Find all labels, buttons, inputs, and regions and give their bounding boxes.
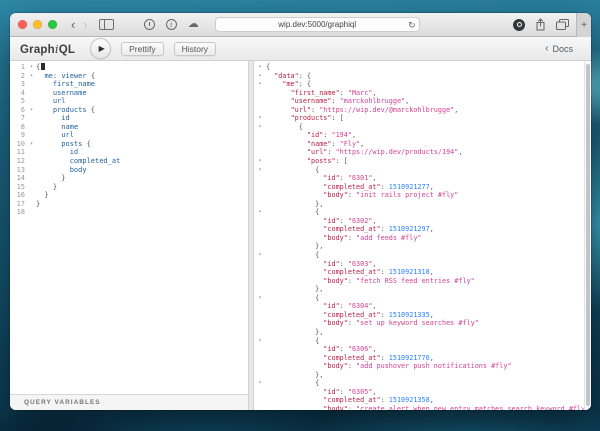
query-line: 2 ▾ me: viewer { (20, 71, 96, 80)
reload-icon[interactable]: ↻ (408, 19, 416, 31)
response-pane: ▾{▾ "data": {▾ "me": { "first_name": "Ma… (254, 61, 591, 410)
query-editor-pane: 1 ▾{2 ▾ me: viewer {3 first_name 4 username… (10, 61, 248, 410)
response-line: "username": "marckohlbrugge", (290, 97, 410, 106)
query-line: 1 ▾{ (10, 63, 248, 72)
share-icon[interactable] (535, 18, 546, 31)
query-line: 10 ▾ posts { (16, 139, 91, 148)
back-icon[interactable]: ‹ (67, 18, 79, 31)
query-line: 6 ▾ products { (20, 105, 96, 114)
response-line: }, (266, 242, 324, 251)
query-line: 4 username (20, 88, 87, 97)
response-line: ▾{ (258, 63, 271, 71)
response-line: "body": "set up keyword searches #fly" (323, 319, 479, 328)
response-line: "url": "https://wip.dev/products/194", (306, 148, 463, 157)
prettify-button[interactable]: Prettify (121, 41, 164, 56)
query-line: 5 url (20, 97, 66, 106)
response-line: ▾ { (258, 122, 303, 131)
close-window-button[interactable] (18, 20, 27, 29)
address-bar[interactable]: wip.dev:5000/graphiql ↻ (214, 17, 420, 32)
response-line: "completed_at": 1510921318, (323, 268, 434, 277)
response-line: "body": "init rails project #fly" (323, 191, 459, 200)
sidebar-icon[interactable] (98, 19, 114, 30)
query-line: 9 url (20, 131, 74, 140)
browser-window: ‹ › i ☁ wip.dev:5000/graphiql ↻ + Graphi… (10, 13, 591, 410)
response-line: "name": "Fly", (306, 139, 365, 148)
query-line: 17} (16, 199, 41, 208)
response-line: "completed_at": 1510921770, (323, 353, 434, 362)
tabs-icon[interactable] (556, 19, 569, 30)
docs-button[interactable]: ‹ Docs (545, 43, 573, 54)
new-tab-button[interactable]: + (576, 13, 591, 37)
blocker-extension-icon[interactable] (513, 18, 525, 31)
response-line: "body": "add feeds #fly" (323, 233, 422, 242)
graphiql-logo: GraphiQL (20, 41, 76, 56)
scrollbar-thumb[interactable] (586, 64, 590, 406)
forward-icon: › (83, 17, 88, 32)
response-line: ▾ { (258, 165, 320, 174)
graphiql-content: 1 ▾{2 ▾ me: viewer {3 first_name 4 username… (10, 61, 591, 410)
query-variables-bar[interactable]: QUERY VARIABLES (10, 394, 248, 410)
response-line: ▾ { (258, 208, 320, 217)
response-line: ▾ { (258, 336, 320, 345)
query-line: 16 } (16, 191, 49, 200)
browser-toolbar: ‹ › i ☁ wip.dev:5000/graphiql ↻ + (10, 13, 591, 37)
response-line: "id": "6302", (323, 216, 377, 225)
cloud-extension-icon[interactable]: ☁ (188, 19, 199, 30)
response-line: "first_name": "Marc", (290, 88, 377, 97)
response-line: }, (266, 327, 324, 336)
response-line: "completed_at": 1510921277, (323, 182, 434, 191)
response-line: "completed_at": 1510921358, (323, 396, 434, 405)
minimize-window-button[interactable] (33, 20, 42, 29)
play-icon: ▶ (98, 44, 105, 53)
history-button[interactable]: History (173, 41, 217, 56)
response-line: "id": "6305", (323, 387, 377, 396)
response-line: "url": "https://wip.dev/@marckohlbrugge"… (290, 105, 459, 114)
extension-buttons: i ☁ (143, 19, 199, 30)
response-line: ▾ "data": { (258, 71, 312, 80)
toolbar-right-icons (513, 18, 569, 31)
response-line: ▾ "me": { (258, 80, 312, 89)
response-line: "id": "6306", (323, 345, 377, 354)
response-line: "id": "194", (306, 131, 357, 140)
query-line: 8 name (20, 122, 79, 131)
response-line: "body": "add pushover push notifications… (323, 362, 512, 371)
traffic-lights (18, 20, 57, 29)
response-line: ▾ { (258, 379, 320, 388)
response-line: }, (266, 370, 324, 379)
response-viewer: ▾{▾ "data": {▾ "me": { "first_name": "Ma… (254, 63, 591, 410)
response-line: "id": "6304", (323, 302, 377, 311)
query-line: 14 } (16, 174, 66, 183)
query-line: 13 body (16, 165, 87, 174)
response-line: "body": "fetch RSS feed entries #fly" (323, 276, 475, 285)
response-line: ▾ { (258, 251, 320, 260)
response-line: }, (266, 199, 324, 208)
query-editor[interactable]: 1 ▾{2 ▾ me: viewer {3 first_name 4 username… (10, 61, 248, 394)
response-line: ▾ { (258, 293, 320, 302)
url-text: wip.dev:5000/graphiql (278, 20, 357, 29)
response-line: "id": "6301", (323, 174, 377, 183)
response-line: "id": "6303", (323, 259, 377, 268)
query-line: 18 (16, 208, 25, 217)
response-scrollbar[interactable] (584, 61, 591, 410)
response-line: "body": "create alert when new entry mat… (323, 404, 590, 410)
clock-extension-icon[interactable] (143, 19, 155, 30)
query-line: 15 } (16, 182, 58, 191)
info-extension-icon[interactable]: i (165, 19, 177, 30)
zoom-window-button[interactable] (48, 20, 57, 29)
response-line: "completed_at": 1510921297, (323, 225, 434, 234)
query-variables-label: QUERY VARIABLES (24, 399, 101, 406)
execute-query-button[interactable]: ▶ (90, 38, 112, 59)
response-line: }, (266, 285, 324, 294)
chevron-left-icon: ‹ (545, 43, 549, 54)
query-line: 7 id (20, 114, 70, 123)
query-line: 11 id (16, 148, 79, 157)
response-line: "completed_at": 1510921335, (323, 310, 434, 319)
query-line: 3 first_name (20, 80, 96, 89)
graphiql-toolbar: GraphiQL ▶ Prettify History ‹ Docs (10, 37, 591, 61)
response-line: ▾ "posts": [ (258, 157, 348, 166)
response-line: ▾ "products": [ (258, 114, 344, 123)
query-line: 12 completed_at (16, 157, 121, 166)
